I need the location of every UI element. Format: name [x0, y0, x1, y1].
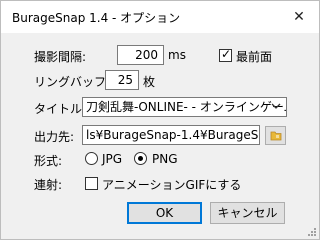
window-title: BurageSnap 1.4 - オプション [12, 11, 181, 25]
title-bar[interactable]: BurageSnap 1.4 - オプション ✕ [1, 1, 319, 33]
ring-buffer-unit: 枚 [143, 75, 156, 89]
continuous-label: 連射: [34, 178, 63, 192]
jpg-radio-label: JPG [102, 152, 123, 166]
shooting-interval-input[interactable]: 200 [117, 45, 164, 65]
ring-buffer-input[interactable]: 25 [105, 70, 139, 90]
shooting-interval-unit: ms [168, 48, 186, 62]
radio-selected-dot [138, 156, 143, 161]
cancel-button[interactable]: キャンセル [210, 202, 285, 224]
folder-icon [270, 131, 282, 141]
browse-folder-button[interactable] [265, 126, 286, 145]
output-folder-input[interactable]: ls¥BurageSnap-1.4¥BurageSnap¥ [82, 125, 260, 145]
always-on-top-label: 最前面 [236, 50, 273, 64]
png-radio[interactable] [134, 152, 147, 165]
jpg-radio[interactable] [85, 152, 98, 165]
check-icon: ✓ [221, 47, 232, 61]
shooting-interval-label: 撮影間隔: [34, 50, 87, 64]
chevron-down-icon [271, 103, 281, 109]
output-folder-label: 出力先: [34, 130, 75, 144]
ok-button[interactable]: OK [127, 202, 202, 224]
options-dialog: BurageSnap 1.4 - オプション ✕ 撮影間隔: 200 ms ✓ … [0, 0, 320, 240]
animation-gif-label: アニメーションGIFにする [102, 178, 242, 192]
format-label: 形式: [34, 154, 63, 168]
close-icon[interactable]: ✕ [279, 1, 319, 33]
window-title-value: 刀剣乱舞-ONLINE- - オンラインゲーム [86, 100, 287, 114]
resize-grip-icon[interactable] [307, 227, 317, 237]
png-radio-label: PNG [152, 152, 178, 166]
always-on-top-checkbox[interactable]: ✓ [219, 47, 232, 62]
window-title-select[interactable]: 刀剣乱舞-ONLINE- - オンラインゲーム [82, 97, 287, 117]
animation-gif-checkbox[interactable] [85, 177, 98, 190]
window-title-label: タイトル: [34, 102, 87, 116]
